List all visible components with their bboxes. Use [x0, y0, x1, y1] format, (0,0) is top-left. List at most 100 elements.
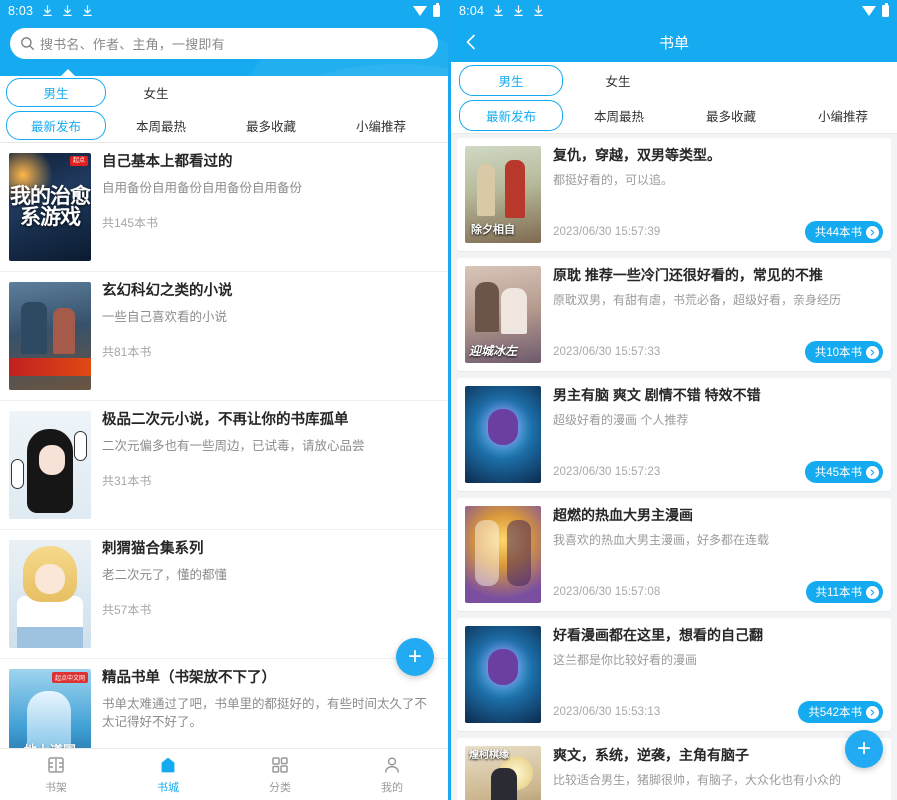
list-item-footer: 2023/06/30 15:57:23 共45本书	[553, 461, 883, 483]
booklist-title: 原耽 推荐一些冷门还很好看的，常见的不推	[553, 266, 883, 284]
gender-filter-female[interactable]: 女生	[563, 71, 673, 90]
booklist-timestamp: 2023/06/30 15:57:33	[553, 346, 660, 358]
search-input[interactable]: 搜书名、作者、主角，一搜即有	[10, 28, 438, 59]
gender-filter-male[interactable]: 男生	[459, 65, 563, 96]
sort-filter-newest[interactable]: 最新发布	[6, 111, 106, 140]
list-item-footer: 2023/06/30 15:57:08 共11本书	[553, 581, 883, 603]
download-icon	[62, 5, 73, 17]
booklist-count-badge[interactable]: 共10本书	[805, 341, 883, 363]
download-icon	[82, 5, 93, 17]
dual-screenshot-container: 8:03 搜书名、作者、主角，一搜即有	[0, 0, 897, 800]
booklist-desc: 我喜欢的热血大男主漫画，好多都在连载	[553, 532, 883, 549]
book-cover-thumbnail: 起点中文网 地上道国	[9, 669, 91, 748]
booklist-count-badge[interactable]: 共542本书	[798, 701, 883, 723]
bottomnav-item-store[interactable]: 书城	[112, 755, 224, 795]
booklist-title: 复仇，穿越，双男等类型。	[553, 146, 883, 164]
booklist-count: 共542本书	[808, 704, 862, 720]
plus-icon: +	[408, 645, 422, 669]
booklist-count-badge[interactable]: 共11本书	[806, 581, 883, 603]
booklist-timestamp: 2023/06/30 15:53:13	[553, 706, 660, 718]
chevron-left-icon[interactable]	[461, 32, 481, 52]
download-icon	[533, 5, 544, 17]
booklist-desc: 原耽双男，有甜有虐，书荒必备，超级好看，亲身经历	[553, 292, 883, 309]
list-item[interactable]: 玄幻科幻之类的小说 一些自己喜欢看的小说 共81本书	[0, 272, 448, 401]
right-phone-screen: 8:04 书单 男生 女生 最新发布 本周最热	[448, 0, 897, 800]
bottomnav-item-category[interactable]: 分类	[224, 755, 336, 795]
booklist-count-badge[interactable]: 共44本书	[805, 221, 883, 243]
sort-filter-weekly-hot[interactable]: 本周最热	[106, 116, 216, 135]
booklist-timestamp: 2023/06/30 15:57:39	[553, 226, 660, 238]
sort-filter-newest[interactable]: 最新发布	[459, 100, 563, 131]
right-sort-filter-row: 最新发布 本周最热 最多收藏 小编推荐	[451, 98, 897, 134]
booklist-timestamp: 2023/06/30 15:57:08	[553, 586, 660, 598]
add-booklist-button[interactable]: +	[396, 638, 434, 676]
booklist-desc: 老二次元了，懂的都懂	[102, 566, 438, 584]
sort-filter-most-collected[interactable]: 最多收藏	[675, 106, 787, 125]
book-cover-thumbnail	[9, 282, 91, 390]
chevron-right-icon	[866, 226, 879, 239]
cover-title-text: 迎城冰左	[469, 342, 517, 359]
list-item[interactable]: 迎城冰左 原耽 推荐一些冷门还很好看的，常见的不推 原耽双男，有甜有虐，书荒必备…	[457, 258, 891, 371]
cover-title-text: 我的治愈系游戏	[9, 153, 91, 261]
sort-filter-weekly-hot[interactable]: 本周最热	[563, 106, 675, 125]
list-item[interactable]: 起点 我的治愈系游戏 自己基本上都看过的 自用备份自用备份自用备份自用备份 共1…	[0, 143, 448, 272]
list-item[interactable]: 好看漫画都在这里，想看的自己翻 这兰都是你比较好看的漫画 2023/06/30 …	[457, 618, 891, 731]
list-item-meta: 极品二次元小说，不再让你的书库孤单 二次元偏多也有一些周边，已试毒，请放心品尝 …	[91, 411, 438, 519]
status-right-icons	[862, 5, 889, 17]
battery-icon	[882, 5, 889, 17]
list-item-body: 爽文，系统，逆袭，主角有脑子 比较适合男生，猪脚很帅，有脑子，大众化也有小众的 …	[541, 746, 883, 800]
list-item-meta: 精品书单（书架放不下了） 书单太难通过了吧，书单里的都挺好的，有些时间太久了不太…	[91, 669, 438, 748]
list-item[interactable]: 男主有脑 爽文 剧情不错 特效不错 超级好看的漫画 个人推荐 2023/06/3…	[457, 378, 891, 491]
booklist-title: 超燃的热血大男主漫画	[553, 506, 883, 524]
book-cover-thumbnail	[465, 626, 541, 723]
booklist-desc: 一些自己喜欢看的小说	[102, 308, 438, 326]
booklist-title: 爽文，系统，逆袭，主角有脑子	[553, 746, 883, 764]
plus-icon: +	[857, 737, 871, 761]
chevron-right-icon	[866, 346, 879, 359]
bottomnav-label: 分类	[269, 779, 291, 795]
booklist-count: 共45本书	[815, 464, 862, 480]
booklist-title: 精品书单（书架放不下了）	[102, 669, 438, 689]
right-booklist[interactable]: 除夕相自 复仇，穿越，双男等类型。 都挺好看的，可以追。 2023/06/30 …	[451, 134, 897, 800]
battery-icon	[433, 5, 440, 17]
list-item[interactable]: 除夕相自 复仇，穿越，双男等类型。 都挺好看的，可以追。 2023/06/30 …	[457, 138, 891, 251]
booklist-count: 共57本书	[102, 601, 438, 618]
list-item[interactable]: 极品二次元小说，不再让你的书库孤单 二次元偏多也有一些周边，已试毒，请放心品尝 …	[0, 401, 448, 530]
status-right-icons	[413, 5, 440, 17]
booklist-count-badge[interactable]: 共45本书	[805, 461, 883, 483]
list-item-body: 超燃的热血大男主漫画 我喜欢的热血大男主漫画，好多都在连载 2023/06/30…	[541, 506, 883, 603]
status-download-icons	[493, 5, 544, 17]
sort-filter-editor-pick[interactable]: 小编推荐	[787, 106, 897, 125]
bottomnav-label: 书架	[45, 779, 67, 795]
booklist-desc: 这兰都是你比较好看的漫画	[553, 652, 883, 669]
bookshelf-icon	[46, 755, 66, 775]
cover-title-text: 煌柯棋缘	[469, 750, 509, 761]
list-item[interactable]: 超燃的热血大男主漫画 我喜欢的热血大男主漫画，好多都在连载 2023/06/30…	[457, 498, 891, 611]
left-status-bar: 8:03	[0, 0, 448, 22]
add-booklist-button[interactable]: +	[845, 730, 883, 768]
booklist-title: 极品二次元小说，不再让你的书库孤单	[102, 411, 438, 431]
wifi-icon	[862, 6, 876, 16]
gender-filter-female[interactable]: 女生	[106, 83, 206, 102]
list-item[interactable]: 煌柯棋缘 爽文，系统，逆袭，主角有脑子 比较适合男生，猪脚很帅，有脑子，大众化也…	[457, 738, 891, 800]
status-download-icons	[42, 5, 93, 17]
right-filters: 男生 女生 最新发布 本周最热 最多收藏 小编推荐	[451, 62, 897, 134]
list-item-body: 复仇，穿越，双男等类型。 都挺好看的，可以追。 2023/06/30 15:57…	[541, 146, 883, 243]
booklist-desc: 书单太难通过了吧，书单里的都挺好的，有些时间太久了不太记得好不好了。	[102, 695, 438, 731]
wifi-icon	[413, 6, 427, 16]
left-top-nav	[10, 59, 438, 76]
left-blue-header: 搜书名、作者、主角，一搜即有	[0, 22, 448, 76]
gender-filter-male[interactable]: 男生	[6, 78, 106, 107]
sort-filter-most-collected[interactable]: 最多收藏	[216, 116, 326, 135]
sort-filter-editor-pick[interactable]: 小编推荐	[326, 116, 436, 135]
booklist-title: 自己基本上都看过的	[102, 153, 438, 173]
booklist-count: 共44本书	[815, 224, 862, 240]
bottomnav-item-profile[interactable]: 我的	[336, 755, 448, 795]
left-booklist[interactable]: 起点 我的治愈系游戏 自己基本上都看过的 自用备份自用备份自用备份自用备份 共1…	[0, 143, 448, 748]
list-item[interactable]: 刺猬猫合集系列 老二次元了，懂的都懂 共57本书	[0, 530, 448, 659]
bottomnav-item-bookshelf[interactable]: 书架	[0, 755, 112, 795]
status-clock: 8:04	[459, 4, 484, 18]
booklist-title: 男主有脑 爽文 剧情不错 特效不错	[553, 386, 883, 404]
category-grid-icon	[270, 755, 290, 775]
list-item[interactable]: 起点中文网 地上道国 精品书单（书架放不下了） 书单太难通过了吧，书单里的都挺好…	[0, 659, 448, 748]
